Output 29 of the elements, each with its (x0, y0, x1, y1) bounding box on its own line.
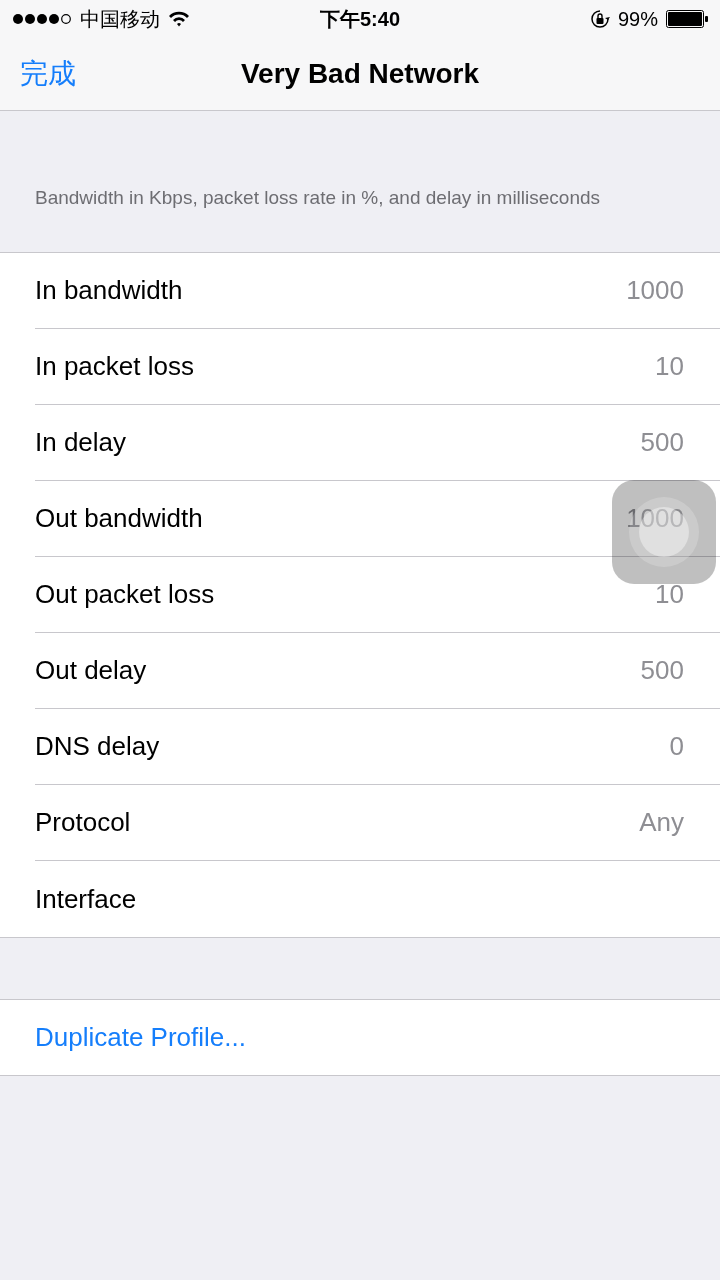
row-value: 500 (640, 426, 684, 459)
wifi-icon (168, 11, 190, 27)
battery-percentage: 99% (617, 7, 658, 32)
row-value: 1000 (626, 502, 684, 535)
settings-row[interactable]: In packet loss 10 (35, 329, 720, 405)
settings-row[interactable]: Out packet loss 10 (35, 557, 720, 633)
nav-title: Very Bad Network (240, 57, 480, 91)
battery-icon (666, 10, 708, 28)
settings-row[interactable]: In delay 500 (35, 405, 720, 481)
signal-icon (12, 13, 72, 25)
row-value: 0 (669, 730, 684, 763)
settings-row[interactable]: DNS delay 0 (35, 709, 720, 785)
rotation-lock-icon (589, 9, 610, 29)
settings-row[interactable]: Out bandwidth 1000 (35, 481, 720, 557)
row-value: 10 (655, 578, 684, 611)
settings-row[interactable]: Protocol Any (35, 785, 720, 861)
row-value: 500 (640, 654, 684, 687)
assistive-touch-button[interactable] (612, 480, 716, 584)
settings-row[interactable]: Interface (35, 861, 720, 937)
settings-row[interactable]: In bandwidth 1000 (35, 253, 720, 329)
duplicate-profile-button[interactable]: Duplicate Profile... (35, 1018, 246, 1057)
row-value: 10 (655, 350, 684, 383)
settings-row[interactable]: Out delay 500 (35, 633, 720, 709)
row-value: Any (639, 806, 684, 839)
status-time: 下午5:40 (320, 7, 400, 32)
carrier-name: 中国移动 (80, 7, 160, 32)
row-value: 1000 (626, 274, 684, 307)
section-footer-text: Bandwidth in Kbps, packet loss rate in %, and delay in milliseconds (34, 186, 602, 210)
done-button[interactable]: 完成 (20, 53, 76, 95)
